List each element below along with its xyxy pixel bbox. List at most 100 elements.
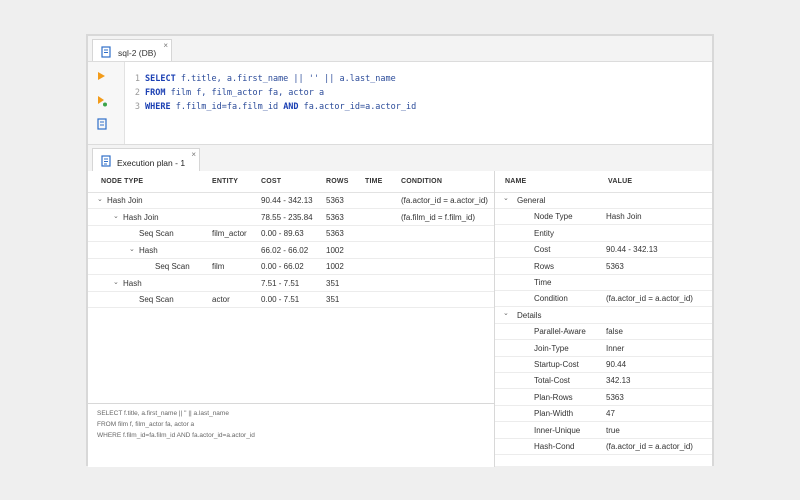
- preview-line: WHERE f.film_id=fa.film_id AND fa.actor_…: [97, 432, 255, 439]
- property-name: Rows: [534, 261, 555, 271]
- property-row[interactable]: Parallel-Aware false: [495, 323, 712, 341]
- property-name: Total-Cost: [534, 376, 571, 386]
- code-line[interactable]: 2 FROM film f, film_actor fa, actor a: [124, 86, 416, 100]
- node-type-label: Seq Scan: [139, 295, 174, 304]
- node-type-cell: ⌄ Hash Join: [113, 213, 159, 222]
- plan-row[interactable]: ⌄ Hash 66.02 - 66.02 1002: [88, 242, 494, 259]
- condition-cell: (fa.film_id = f.film_id): [401, 212, 476, 222]
- property-row[interactable]: Startup-Cost 90.44: [495, 356, 712, 373]
- node-type-label: Hash: [123, 278, 142, 288]
- property-row[interactable]: Total-Cost 342.13: [495, 372, 712, 390]
- property-row[interactable]: Plan-Rows 5363: [495, 389, 712, 406]
- code-line[interactable]: 3 WHERE f.film_id=fa.film_id AND fa.actor…: [124, 100, 416, 114]
- property-value: 5363: [606, 392, 624, 402]
- cost-cell: 66.02 - 66.02: [261, 245, 309, 255]
- plan-row[interactable]: Seq Scan film 0.00 - 66.02 1002: [88, 258, 494, 275]
- property-row[interactable]: Join-Type Inner: [495, 340, 712, 357]
- node-type-cell: ⌄ Hash Join: [97, 196, 143, 205]
- property-name: Inner-Unique: [534, 425, 581, 435]
- rows-cell: 1002: [326, 262, 344, 271]
- node-type-cell: Seq Scan: [129, 229, 174, 238]
- node-type-label: Seq Scan: [139, 229, 174, 238]
- rows-cell: 351: [326, 278, 340, 288]
- property-row[interactable]: Plan-Width 47: [495, 405, 712, 423]
- property-group[interactable]: ⌄ Details: [495, 307, 712, 324]
- property-name: Hash-Cond: [534, 442, 575, 451]
- col-name[interactable]: NAME: [505, 178, 526, 185]
- cost-cell: 0.00 - 7.51: [261, 295, 300, 304]
- col-node-type[interactable]: NODE TYPE: [101, 178, 143, 185]
- chevron-down-icon[interactable]: ⌄: [129, 245, 139, 253]
- tab-execution-plan[interactable]: Execution plan - 1 ×: [92, 148, 200, 171]
- rows-cell: 5363: [326, 229, 344, 238]
- property-name: Join-Type: [534, 343, 569, 353]
- chevron-down-icon[interactable]: ⌄: [503, 309, 513, 317]
- property-row[interactable]: Node Type Hash Join: [495, 208, 712, 226]
- property-row[interactable]: Condition (fa.actor_id = a.actor_id): [495, 290, 712, 308]
- node-type-label: Seq Scan: [155, 262, 190, 271]
- col-condition[interactable]: CONDITION: [401, 178, 442, 185]
- cost-cell: 78.55 - 235.84: [261, 212, 313, 222]
- plan-row[interactable]: ⌄ Hash Join 78.55 - 235.84 5363 (fa.film_id …: [88, 209, 494, 226]
- chevron-down-icon[interactable]: ⌄: [503, 194, 513, 202]
- property-group[interactable]: ⌄ General: [495, 192, 712, 209]
- plan-row[interactable]: Seq Scan film_actor 0.00 - 89.63 5363: [88, 225, 494, 242]
- plan-tree-table: NODE TYPE ENTITY COST ROWS TIME CONDITIO…: [88, 171, 495, 403]
- property-value: 5363: [606, 261, 624, 271]
- sql-text: f.film_id=fa.film_id: [170, 102, 284, 112]
- chevron-down-icon[interactable]: ⌄: [97, 195, 107, 203]
- property-name: Plan-Width: [534, 409, 574, 419]
- tab-label: sql-2 (DB): [118, 48, 157, 58]
- col-rows[interactable]: ROWS: [326, 178, 349, 185]
- plan-row[interactable]: ⌄ Hash 7.51 - 7.51 351: [88, 275, 494, 292]
- tab-sql-2[interactable]: sql-2 (DB) ×: [92, 39, 172, 61]
- col-entity[interactable]: ENTITY: [212, 178, 238, 185]
- property-row[interactable]: Entity: [495, 225, 712, 242]
- plan-row[interactable]: ⌄ Hash Join 90.44 - 342.13 5363 (fa.actor_id…: [88, 192, 494, 209]
- sql-keyword: SELECT: [145, 74, 176, 84]
- col-cost[interactable]: COST: [261, 178, 281, 185]
- close-icon[interactable]: ×: [163, 41, 168, 50]
- sql-editor[interactable]: 1 SELECT f.title, a.first_name || '' || a…: [88, 62, 712, 144]
- line-number: 3: [134, 102, 140, 112]
- property-row[interactable]: Inner-Unique true: [495, 422, 712, 439]
- sql-keyword: AND: [283, 102, 299, 112]
- sql-code[interactable]: 1 SELECT f.title, a.first_name || '' || a…: [124, 72, 416, 114]
- chevron-down-icon[interactable]: ⌄: [113, 278, 123, 286]
- property-name: Parallel-Aware: [534, 327, 586, 337]
- line-number: 1: [134, 74, 140, 84]
- sql-text: f.title, a.first_name || '' || a.last_na…: [175, 74, 396, 84]
- plan-table-header: NODE TYPE ENTITY COST ROWS TIME CONDITIO…: [88, 171, 494, 193]
- property-row[interactable]: Rows 5363: [495, 258, 712, 275]
- property-row[interactable]: Cost 90.44 - 342.13: [495, 241, 712, 259]
- plan-row[interactable]: Seq Scan actor 0.00 - 7.51 351: [88, 291, 494, 308]
- tab-label: Execution plan - 1: [117, 158, 186, 168]
- property-name: General: [517, 196, 546, 205]
- node-type-label: Hash: [139, 245, 158, 255]
- property-row[interactable]: Time: [495, 274, 712, 291]
- property-value: (fa.actor_id = a.actor_id): [606, 294, 693, 304]
- sql-keyword: FROM: [145, 88, 166, 98]
- cost-cell: 0.00 - 66.02: [261, 262, 304, 271]
- play-script-icon[interactable]: [96, 95, 108, 109]
- code-line[interactable]: 1 SELECT f.title, a.first_name || '' || a…: [124, 72, 416, 86]
- line-number: 2: [134, 88, 140, 98]
- properties-table: NAME VALUE ⌄ General Node Type Hash Join Ent…: [495, 171, 712, 466]
- explain-plan-icon[interactable]: [96, 118, 108, 132]
- col-value[interactable]: VALUE: [608, 178, 632, 185]
- result-tab-bar: Execution plan - 1 ×: [88, 144, 712, 172]
- node-type-cell: ⌄ Hash: [113, 279, 142, 288]
- property-name: Time: [534, 278, 552, 287]
- sql-keyword: WHERE: [145, 102, 171, 112]
- cost-cell: 7.51 - 7.51: [261, 278, 300, 288]
- preview-line: FROM film f, film_actor fa, actor a: [97, 421, 195, 428]
- property-row[interactable]: Hash-Cond (fa.actor_id = a.actor_id): [495, 438, 712, 455]
- chevron-down-icon[interactable]: ⌄: [113, 212, 123, 220]
- close-icon[interactable]: ×: [191, 150, 196, 159]
- col-time[interactable]: TIME: [365, 178, 383, 185]
- property-value: Hash Join: [606, 212, 642, 222]
- property-name: Plan-Rows: [534, 392, 573, 402]
- play-icon[interactable]: [96, 71, 106, 83]
- property-name: Condition: [534, 294, 568, 304]
- rows-cell: 351: [326, 295, 340, 304]
